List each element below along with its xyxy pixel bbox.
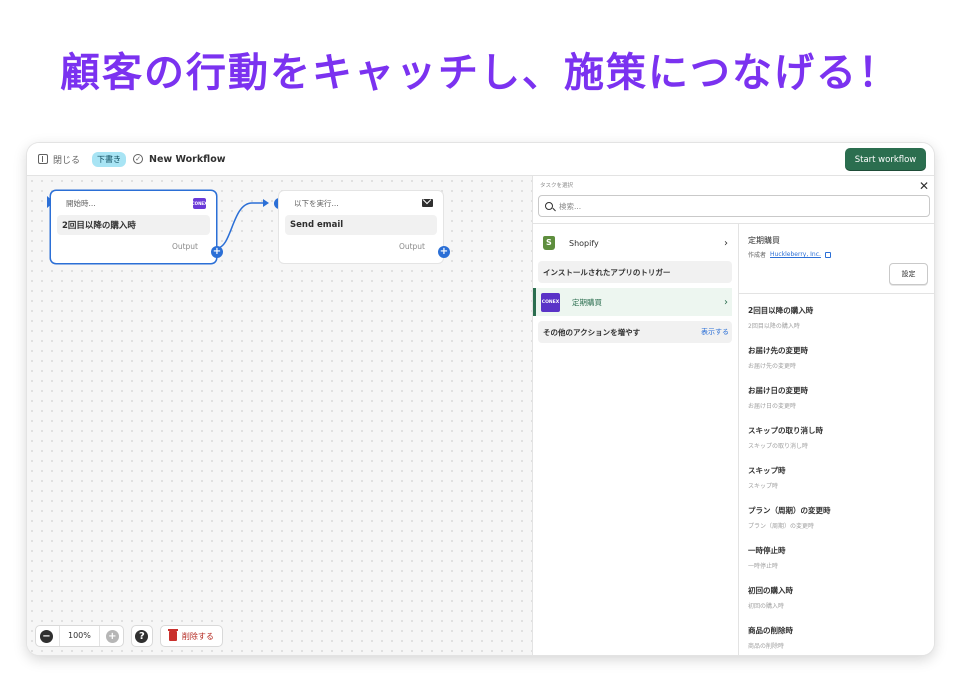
action-add-output-button[interactable]: + <box>438 246 450 258</box>
trigger-item[interactable]: プラン（周期）の変更時 プラン（周期）の変更時 <box>748 505 928 530</box>
trigger-node-body: 2回目以降の購入時 <box>57 215 210 235</box>
settings-button[interactable]: 設定 <box>889 263 928 285</box>
task-selection-panel: タスクを選択 ✕ Shopify › インストールされたアプリのトリガー CON… <box>532 176 934 655</box>
action-node-body: Send email <box>285 215 437 235</box>
trigger-item[interactable]: 初回の購入時 初回の購入時 <box>748 585 928 610</box>
close-label: 閉じる <box>53 155 81 166</box>
close-button[interactable]: 閉じる <box>38 153 80 166</box>
trigger-description: スキップの取り消し時 <box>748 443 809 450</box>
trigger-name: プラン（周期）の変更時 <box>748 506 831 515</box>
check-circle-icon: ✓ <box>133 154 144 164</box>
trigger-description: お届け先の変更時 <box>748 363 797 370</box>
more-actions-label: その他のアクションを増やす <box>543 327 641 337</box>
help-icon: ? <box>135 629 149 643</box>
app-item-subscription[interactable]: CONEX 定期購買 › <box>533 288 732 316</box>
trigger-name: 一時停止時 <box>748 546 786 555</box>
conex-app-logo: CONEX <box>541 292 560 312</box>
app-detail-title: 定期購買 <box>748 236 780 245</box>
headline: 顧客の行動をキャッチし、施策につなげる！ <box>60 50 900 96</box>
trigger-description: 2回目以降の購入時 <box>748 323 800 330</box>
app-author: 作成者 Huckleberry, Inc. <box>748 250 831 259</box>
app-item-shopify[interactable]: Shopify › <box>538 230 732 256</box>
trigger-description: 商品の削除時 <box>748 643 785 650</box>
workflow-canvas[interactable]: 開始時... CONEX 2回目以降の購入時 Output + 以下を実行...… <box>27 176 532 655</box>
trigger-name: スキップ時 <box>748 466 786 475</box>
workflow-name[interactable]: New Workflow <box>149 154 226 165</box>
search-icon <box>545 202 553 210</box>
author-prefix: 作成者 <box>748 252 767 259</box>
action-node-header: 以下を実行... <box>294 198 339 208</box>
exit-icon <box>38 154 48 164</box>
chevron-right-icon: › <box>724 296 728 308</box>
chevron-right-icon: › <box>724 237 728 249</box>
status-badge: 下書き <box>92 151 127 167</box>
zoom-in-icon[interactable]: + <box>105 629 119 643</box>
trigger-description: プラン（周期）の変更時 <box>748 523 815 530</box>
more-actions-section: その他のアクションを増やす 表示する <box>538 321 732 343</box>
trigger-name: お届け先の変更時 <box>748 346 808 355</box>
trigger-name: 商品の削除時 <box>748 626 793 635</box>
trigger-name: スキップの取り消し時 <box>748 426 823 435</box>
canvas-toolbar: − 100% + ? 削除する <box>35 625 223 647</box>
panel-close-icon[interactable]: ✕ <box>919 179 929 193</box>
start-workflow-button[interactable]: Start workflow <box>845 148 926 171</box>
shopify-icon <box>543 236 555 250</box>
installed-triggers-section: インストールされたアプリのトリガー <box>538 261 732 283</box>
trigger-item[interactable]: スキップの取り消し時 スキップの取り消し時 <box>748 425 928 450</box>
trigger-item[interactable]: お届け先の変更時 お届け先の変更時 <box>748 345 928 370</box>
trigger-description: 初回の購入時 <box>748 603 785 610</box>
trigger-description: お届け日の変更時 <box>748 403 797 410</box>
delete-label: 削除する <box>181 631 214 641</box>
author-link[interactable]: Huckleberry, Inc. <box>770 251 821 258</box>
trigger-node-output-label: Output <box>171 242 198 251</box>
trigger-description: 一時停止時 <box>748 563 779 570</box>
search-input[interactable] <box>559 201 909 211</box>
search-box <box>538 195 930 217</box>
action-node[interactable]: 以下を実行... Send email Output <box>279 191 443 263</box>
app-list: Shopify › インストールされたアプリのトリガー CONEX 定期購買 ›… <box>533 224 738 655</box>
subscription-app-label: 定期購買 <box>572 297 602 307</box>
trigger-name: 2回目以降の購入時 <box>748 306 814 315</box>
panel-title: タスクを選択 <box>540 183 574 189</box>
trigger-name: 初回の購入時 <box>748 586 793 595</box>
trigger-add-output-button[interactable]: + <box>211 246 223 258</box>
top-bar: 閉じる 下書き ✓ New Workflow Start workflow <box>27 143 934 176</box>
app-trigger-detail: 定期購買 作成者 Huckleberry, Inc. 設定 2回目以降の購入時 … <box>738 224 934 655</box>
trigger-item[interactable]: 商品の削除時 商品の削除時 <box>748 625 928 650</box>
show-more-link[interactable]: 表示する <box>701 327 729 337</box>
workflow-app-window: 閉じる 下書き ✓ New Workflow Start workflow 開始… <box>27 143 934 655</box>
delete-button[interactable]: 削除する <box>159 625 223 647</box>
trigger-item[interactable]: 一時停止時 一時停止時 <box>748 545 928 570</box>
shopify-label: Shopify <box>569 238 599 248</box>
zoom-level[interactable]: 100% <box>59 626 100 646</box>
zoom-out-icon[interactable]: − <box>40 629 53 643</box>
trigger-item[interactable]: お届け日の変更時 お届け日の変更時 <box>748 385 928 410</box>
conex-logo-icon: CONEX <box>192 197 207 209</box>
trigger-node-header: 開始時... <box>66 198 96 208</box>
trigger-item[interactable]: スキップ時 スキップ時 <box>748 465 928 490</box>
app-detail-header: 定期購買 作成者 Huckleberry, Inc. 設定 <box>739 224 934 294</box>
trigger-node[interactable]: 開始時... CONEX 2回目以降の購入時 Output <box>51 191 216 263</box>
trigger-name: お届け日の変更時 <box>748 386 808 395</box>
external-link-icon <box>824 251 831 258</box>
help-button[interactable]: ? <box>130 625 153 647</box>
zoom-control: − 100% + <box>35 625 124 647</box>
trigger-description: スキップ時 <box>748 483 779 490</box>
trigger-item[interactable]: 2回目以降の購入時 2回目以降の購入時 <box>748 305 928 330</box>
trash-icon <box>167 629 178 641</box>
action-node-output-label: Output <box>398 242 425 251</box>
mail-icon <box>422 199 433 207</box>
